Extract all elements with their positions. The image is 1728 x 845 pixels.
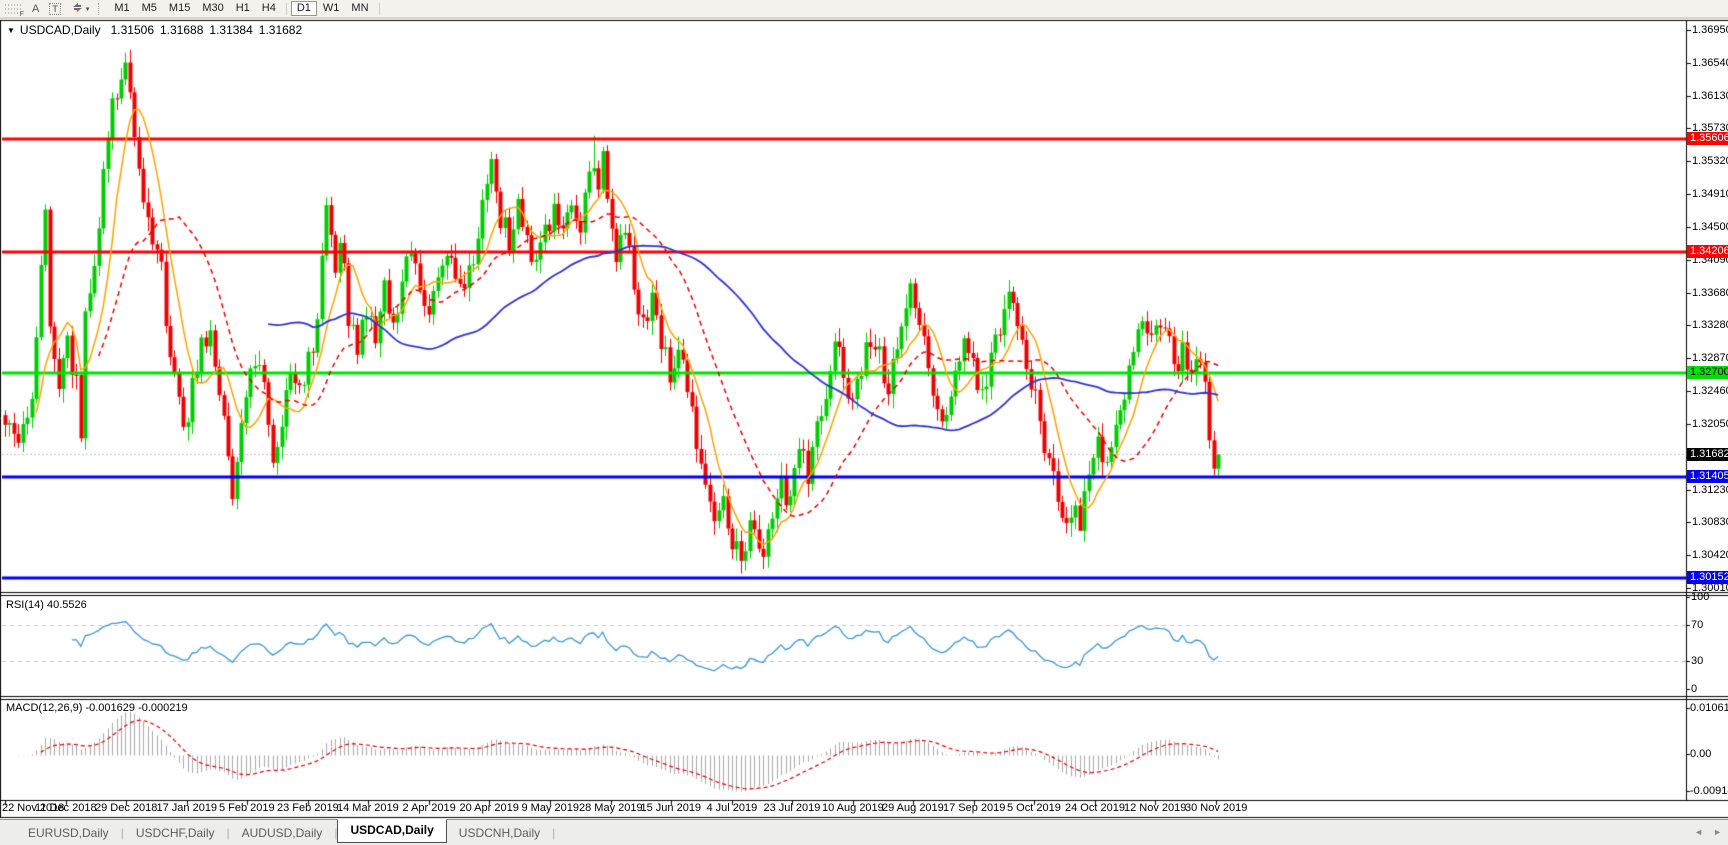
chart-close-value: 1.31682 (258, 23, 303, 37)
tab-scroll-right-icon[interactable]: ► (1713, 827, 1722, 837)
tab-divider: | (552, 825, 556, 840)
tab-scroll-left-icon[interactable]: ◄ (1694, 827, 1703, 837)
arrows-tool-button[interactable]: ▾ (66, 1, 95, 16)
toolbar-grip (98, 2, 102, 15)
chart-low-value: 1.31384 (209, 23, 253, 37)
chart-tab-bar: EURUSD,Daily | USDCHF,Daily | AUDUSD,Daily | U… (0, 819, 1728, 845)
timeframe-m30-button[interactable]: M30 (196, 1, 229, 16)
chart-canvas[interactable] (0, 0, 1728, 845)
fibonacci-icon-letter: F (19, 10, 24, 18)
chart-tab-eurusd[interactable]: EURUSD,Daily (16, 823, 121, 843)
rsi-indicator-label: RSI(14) 40.5526 (6, 599, 87, 611)
timeframe-m5-button[interactable]: M5 (136, 1, 163, 16)
toolbar-separator (378, 2, 380, 15)
toolbar: F A T ▾ M1 M5 M15 M30 H1 H4 D1 W1 MN (0, 0, 1728, 18)
chart-symbol-label: USDCAD,Daily (19, 23, 101, 37)
chart-tab-audusd[interactable]: AUDUSD,Daily (230, 823, 335, 843)
timeframe-h4-button[interactable]: H4 (256, 1, 282, 16)
timeframe-d1-button[interactable]: D1 (290, 1, 317, 16)
timeframe-mn-button[interactable]: MN (345, 1, 374, 16)
timeframe-w1-button[interactable]: W1 (317, 1, 346, 16)
text-label-icon: T (49, 2, 61, 15)
trading-app-window: F A T ▾ M1 M5 M15 M30 H1 H4 D1 W1 MN ▼ U… (0, 0, 1728, 845)
chart-tab-usdchf[interactable]: USDCHF,Daily (124, 823, 227, 843)
arrows-icon (71, 2, 84, 16)
tab-scroll-arrows: ◄ ► (1694, 827, 1722, 837)
text-tool-button[interactable]: A (27, 1, 44, 16)
chart-tab-usdcad[interactable]: USDCAD,Daily (337, 819, 447, 843)
chart-title-dropdown-icon[interactable]: ▼ (7, 26, 15, 35)
chart-high-value: 1.31688 (160, 23, 204, 37)
toolbar-separator (285, 2, 287, 15)
fibonacci-icon: F (5, 3, 24, 18)
text-label-tool-button[interactable]: T (44, 1, 66, 16)
text-icon: A (32, 2, 40, 15)
timeframe-h1-button[interactable]: H1 (230, 1, 256, 16)
timeframe-m1-button[interactable]: M1 (108, 1, 135, 16)
chart-title: ▼ USDCAD,Daily 1.31506 1.31688 1.31384 1… (7, 23, 308, 37)
chevron-down-icon: ▾ (85, 5, 90, 13)
fibonacci-tool-button[interactable]: F (0, 1, 27, 18)
timeframe-m15-button[interactable]: M15 (163, 1, 196, 16)
macd-indicator-label: MACD(12,26,9) -0.001629 -0.000219 (6, 702, 188, 714)
chart-open-value: 1.31506 (110, 23, 154, 37)
chart-tab-usdcnh[interactable]: USDCNH,Daily (447, 823, 552, 843)
